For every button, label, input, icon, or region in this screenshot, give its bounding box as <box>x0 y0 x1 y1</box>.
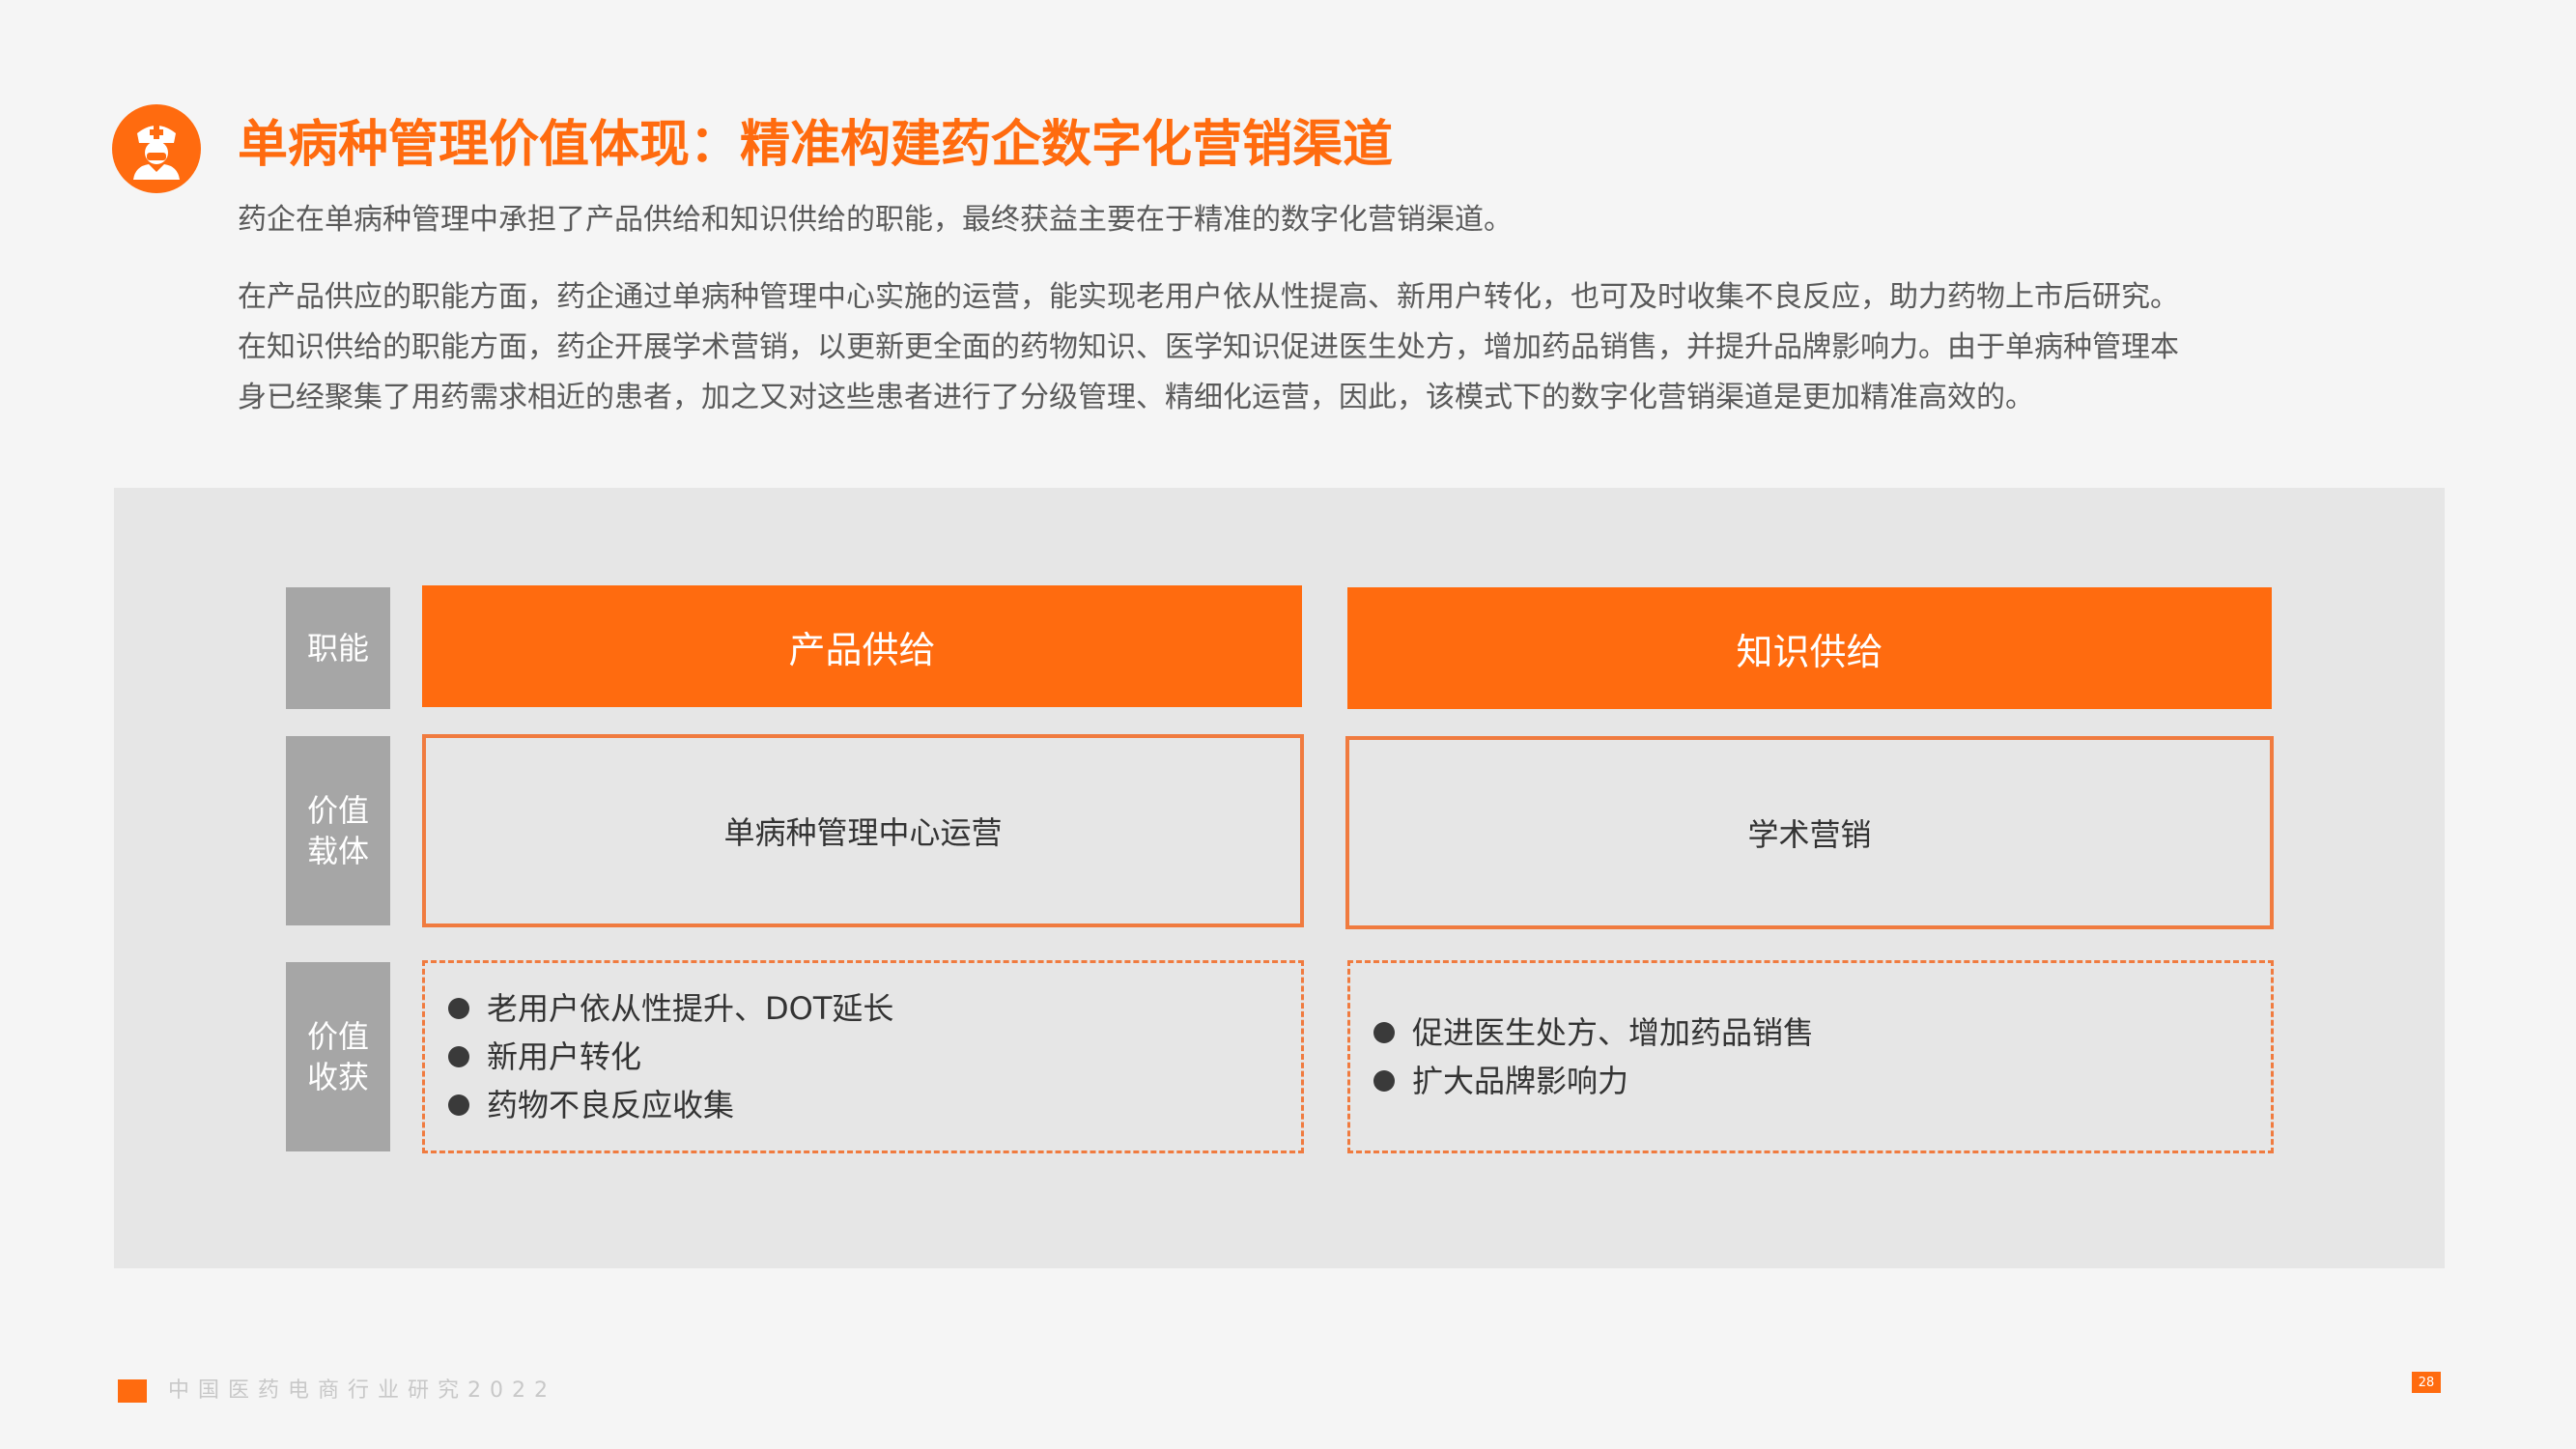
page-number: 28 <box>2412 1372 2441 1393</box>
gain-box-product: 老用户依从性提升、DOT延长 新用户转化 药物不良反应收集 <box>422 960 1304 1153</box>
gain-text: 促进医生处方、增加药品销售 <box>1412 1014 1815 1051</box>
doctor-icon <box>112 104 201 193</box>
list-item: 老用户依从性提升、DOT延长 <box>448 984 1301 1033</box>
page-subtitle: 药企在单病种管理中承担了产品供给和知识供给的职能，最终获益主要在于精准的数字化营… <box>238 203 1513 237</box>
paragraph-line: 在知识供给的职能方面，药企开展学术营销，以更新更全面的药物知识、医学知识促进医生… <box>238 330 2179 364</box>
row-label-text: 职能 <box>306 630 369 667</box>
list-item: 药物不良反应收集 <box>448 1081 1301 1129</box>
gain-text: 老用户依从性提升、DOT延长 <box>487 990 894 1027</box>
footer-mark <box>118 1379 147 1403</box>
paragraph-line: 身已经聚集了用药需求相近的患者，加之又对这些患者进行了分级管理、精细化运营，因此… <box>238 381 2034 414</box>
page-title: 单病种管理价值体现：精准构建药企数字化营销渠道 <box>238 116 1394 174</box>
row-label-function: 职能 <box>286 587 390 709</box>
list-item: 扩大品牌影响力 <box>1373 1057 2271 1105</box>
row-label-carrier: 价值 载体 <box>286 736 390 925</box>
carrier-box-product: 单病种管理中心运营 <box>422 734 1304 927</box>
paragraph-line: 在产品供应的职能方面，药企通过单病种管理中心实施的运营，能实现老用户依从性提高、… <box>238 280 2179 314</box>
bullet-icon <box>1373 1070 1395 1092</box>
bullet-icon <box>1373 1022 1395 1043</box>
gain-text: 扩大品牌影响力 <box>1412 1063 1629 1099</box>
function-header-knowledge: 知识供给 <box>1347 587 2272 709</box>
row-label-text: 收获 <box>306 1059 369 1095</box>
list-item: 新用户转化 <box>448 1033 1301 1081</box>
gain-text: 新用户转化 <box>487 1038 642 1075</box>
row-label-text: 价值 <box>306 1018 369 1055</box>
list-item: 促进医生处方、增加药品销售 <box>1373 1009 2271 1057</box>
bullet-icon <box>448 1046 469 1067</box>
gain-box-knowledge: 促进医生处方、增加药品销售 扩大品牌影响力 <box>1347 960 2274 1153</box>
bullet-icon <box>448 998 469 1019</box>
row-label-gain: 价值 收获 <box>286 962 390 1151</box>
function-header-product: 产品供给 <box>422 585 1302 707</box>
row-label-text: 载体 <box>306 833 369 869</box>
gain-text: 药物不良反应收集 <box>487 1087 735 1123</box>
row-label-text: 价值 <box>306 792 369 829</box>
bullet-icon <box>448 1094 469 1116</box>
footer-text: 中国医药电商行业研究2022 <box>168 1378 556 1403</box>
carrier-box-knowledge: 学术营销 <box>1345 736 2274 929</box>
